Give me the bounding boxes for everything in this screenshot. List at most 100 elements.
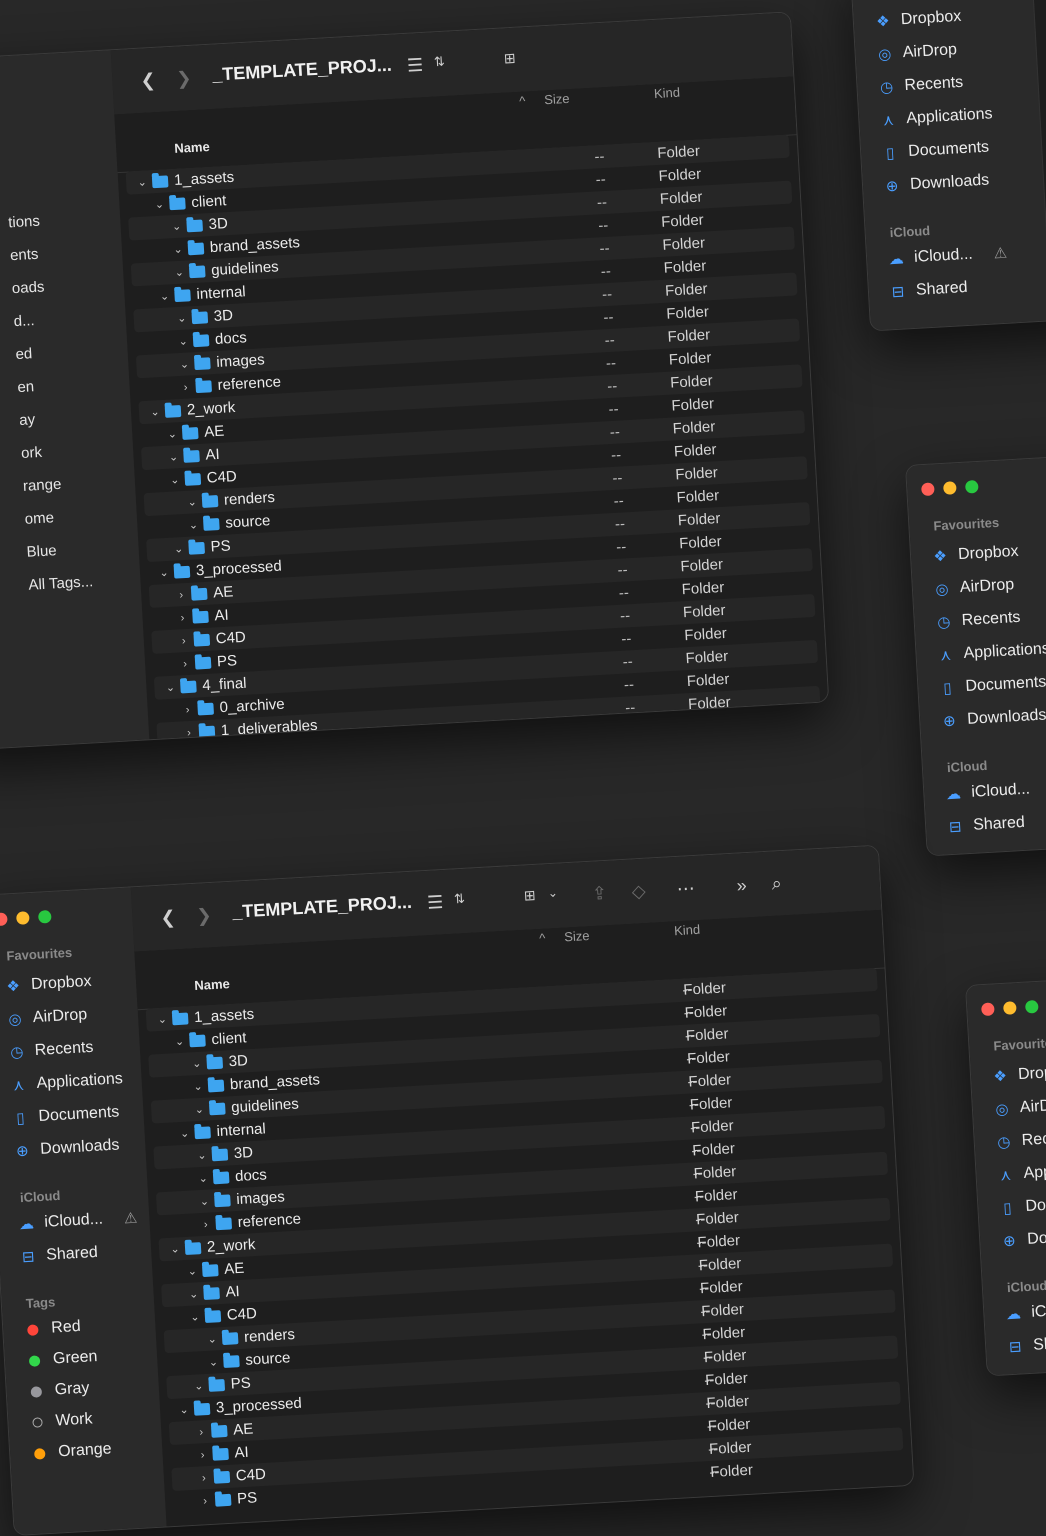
chevron-down-icon[interactable]: ⌄: [198, 1195, 211, 1209]
chevron-down-icon[interactable]: ⌄: [136, 175, 149, 189]
chevron-down-icon[interactable]: ⌄: [206, 1332, 219, 1346]
chevron-down-icon[interactable]: ⌄: [196, 1149, 209, 1163]
chevron-down-icon[interactable]: ⌄: [189, 1310, 202, 1324]
chevron-down-icon[interactable]: ⌄: [177, 334, 190, 348]
close-button[interactable]: [0, 912, 8, 927]
sidebar-item-shared[interactable]: ⊟ Shared: [946, 811, 1026, 839]
chevron-down-icon[interactable]: ⌄: [192, 1379, 205, 1393]
list-view-icon[interactable]: ☰: [427, 892, 444, 914]
name-column-header[interactable]: Name: [194, 976, 230, 993]
sidebar-item-recents[interactable]: ◷ Recents: [934, 606, 1021, 635]
chevron-right-icon[interactable]: ›: [175, 588, 188, 601]
sidebar-item-label-clipped[interactable]: ome: [24, 499, 91, 536]
sidebar-item-applications[interactable]: ⋏ Applications: [936, 637, 1046, 667]
sidebar-item-label-clipped[interactable]: d...: [13, 302, 80, 339]
chevron-down-icon[interactable]: ⌄: [186, 495, 199, 509]
sidebar-item-icloud[interactable]: ☁iCloud...⚠: [1004, 1296, 1046, 1327]
chevron-right-icon[interactable]: ›: [183, 726, 196, 739]
close-button[interactable]: [921, 482, 935, 497]
chevron-down-icon[interactable]: ⌄: [170, 220, 183, 234]
sidebar-item-label-clipped[interactable]: ay: [18, 400, 85, 437]
sidebar-item-downloads[interactable]: ⊕ Downloads: [882, 169, 989, 199]
sidebar-tag-green[interactable]: Green: [24, 1345, 98, 1373]
sidebar-item-icloud[interactable]: ☁iCloud...⚠: [17, 1206, 138, 1237]
chevron-down-icon[interactable]: ⌄: [168, 473, 181, 487]
sidebar-item-label-clipped[interactable]: ed: [15, 335, 82, 372]
chevron-down-icon[interactable]: ⌄: [173, 266, 186, 280]
chevron-down-icon[interactable]: ⌄: [158, 566, 171, 580]
chevron-down-icon[interactable]: ⌄: [192, 1080, 205, 1094]
chevron-down-icon[interactable]: ⌄: [172, 542, 185, 556]
chevron-down-icon[interactable]: ⌄: [167, 450, 180, 464]
sidebar-item-label-clipped[interactable]: All Tags...: [28, 565, 95, 602]
close-button[interactable]: [981, 1002, 995, 1017]
chevron-down-icon[interactable]: ⌄: [172, 243, 185, 257]
sidebar-item-label-clipped[interactable]: Blue: [26, 532, 93, 569]
size-column-header[interactable]: Size: [544, 91, 570, 107]
kind-column-header[interactable]: Kind: [674, 922, 701, 938]
chevron-down-icon[interactable]: ⌄: [169, 1242, 182, 1256]
chevron-down-icon[interactable]: ⌄: [547, 886, 558, 901]
sidebar-item-recents[interactable]: ◷ Recents: [994, 1126, 1046, 1155]
tag-icon[interactable]: ◇: [631, 881, 646, 903]
sidebar-item-downloads[interactable]: ⊕ Downloads: [940, 704, 1046, 734]
sidebar-item-downloads[interactable]: ⊕ Downloads: [13, 1134, 120, 1164]
zoom-button[interactable]: [1024, 999, 1039, 1014]
sidebar-item-documents[interactable]: ▯ Documents: [11, 1100, 120, 1130]
chevron-down-icon[interactable]: ⌄: [149, 405, 162, 419]
chevron-right-icon[interactable]: ›: [198, 1471, 211, 1484]
sidebar-item-applications[interactable]: ⋏ Applications: [996, 1157, 1046, 1187]
chevron-down-icon[interactable]: ⌄: [178, 1403, 191, 1417]
minimize-button[interactable]: [943, 481, 957, 495]
sidebar-item-label-clipped[interactable]: ork: [20, 433, 87, 470]
sidebar-item-shared[interactable]: ⊟ Shared: [19, 1241, 99, 1269]
chevron-right-icon[interactable]: ›: [196, 1449, 209, 1462]
chevron-right-icon[interactable]: ›: [179, 657, 192, 670]
chevron-down-icon[interactable]: ⌄: [193, 1103, 206, 1117]
chevron-right-icon[interactable]: ›: [176, 611, 189, 624]
grid-view-icon[interactable]: ⊞: [523, 887, 536, 905]
chevron-down-icon[interactable]: ⌄: [173, 1035, 186, 1049]
sidebar-item-airdrop[interactable]: ◎ AirDrop: [5, 1003, 88, 1031]
chevron-right-icon[interactable]: ›: [199, 1494, 212, 1507]
sidebar-item-documents[interactable]: ▯ Documents: [938, 670, 1046, 700]
chevron-down-icon[interactable]: ⌄: [197, 1172, 210, 1186]
sidebar-item-recents[interactable]: ◷ Recents: [877, 71, 964, 100]
chevron-down-icon[interactable]: ⌄: [158, 289, 171, 303]
sidebar-item-label-clipped[interactable]: oads: [11, 269, 78, 306]
chevron-down-icon[interactable]: ⌄: [178, 357, 191, 371]
chevron-down-icon[interactable]: ⌄: [166, 427, 179, 441]
forward-button[interactable]: ❯: [196, 905, 212, 927]
chevron-right-icon[interactable]: ›: [195, 1426, 208, 1439]
sidebar-item-label-clipped[interactable]: en: [17, 367, 84, 404]
sidebar-item-icloud[interactable]: ☁iCloud...⚠: [887, 241, 1008, 272]
sidebar-item-airdrop[interactable]: ◎ AirDrop: [875, 38, 958, 66]
sidebar-item-dropbox[interactable]: ❖ Dropbox: [930, 540, 1019, 569]
chevron-right-icon[interactable]: ›: [199, 1218, 212, 1231]
chevron-down-icon[interactable]: ⌄: [156, 1013, 169, 1027]
grid-view-icon[interactable]: ⊞: [503, 50, 516, 68]
chevron-down-icon[interactable]: ⌄: [164, 681, 177, 695]
sidebar-tag-work[interactable]: Work: [28, 1407, 93, 1435]
chevron-down-icon[interactable]: ⌄: [186, 1264, 199, 1278]
minimize-button[interactable]: [1003, 1001, 1017, 1015]
back-button[interactable]: ❮: [160, 907, 176, 929]
forward-button[interactable]: ❯: [176, 68, 192, 90]
minimize-button[interactable]: [16, 911, 30, 925]
chevron-updown-icon[interactable]: ⇅: [454, 891, 466, 908]
sidebar-tag-gray[interactable]: Gray: [26, 1377, 90, 1404]
share-icon[interactable]: ⇪: [591, 883, 607, 905]
chevron-right-icon[interactable]: ›: [179, 381, 192, 394]
chevron-down-icon[interactable]: ⌄: [207, 1355, 220, 1369]
more-actions-icon[interactable]: ⋯: [676, 878, 695, 900]
search-icon[interactable]: ⌕: [771, 873, 782, 895]
sidebar-item-dropbox[interactable]: ❖ Dropbox: [873, 5, 962, 34]
sidebar-tag-red[interactable]: Red: [23, 1315, 82, 1342]
chevron-down-icon[interactable]: ⌄: [175, 311, 188, 325]
chevron-right-icon[interactable]: ›: [181, 703, 194, 716]
sidebar-item-airdrop[interactable]: ◎ AirDrop: [992, 1093, 1046, 1121]
kind-column-header[interactable]: Kind: [654, 85, 681, 101]
sidebar-item-label-clipped[interactable]: range: [22, 466, 89, 503]
sidebar-item-documents[interactable]: ▯ Documents: [998, 1190, 1046, 1220]
chevron-down-icon[interactable]: ⌄: [190, 1057, 203, 1071]
